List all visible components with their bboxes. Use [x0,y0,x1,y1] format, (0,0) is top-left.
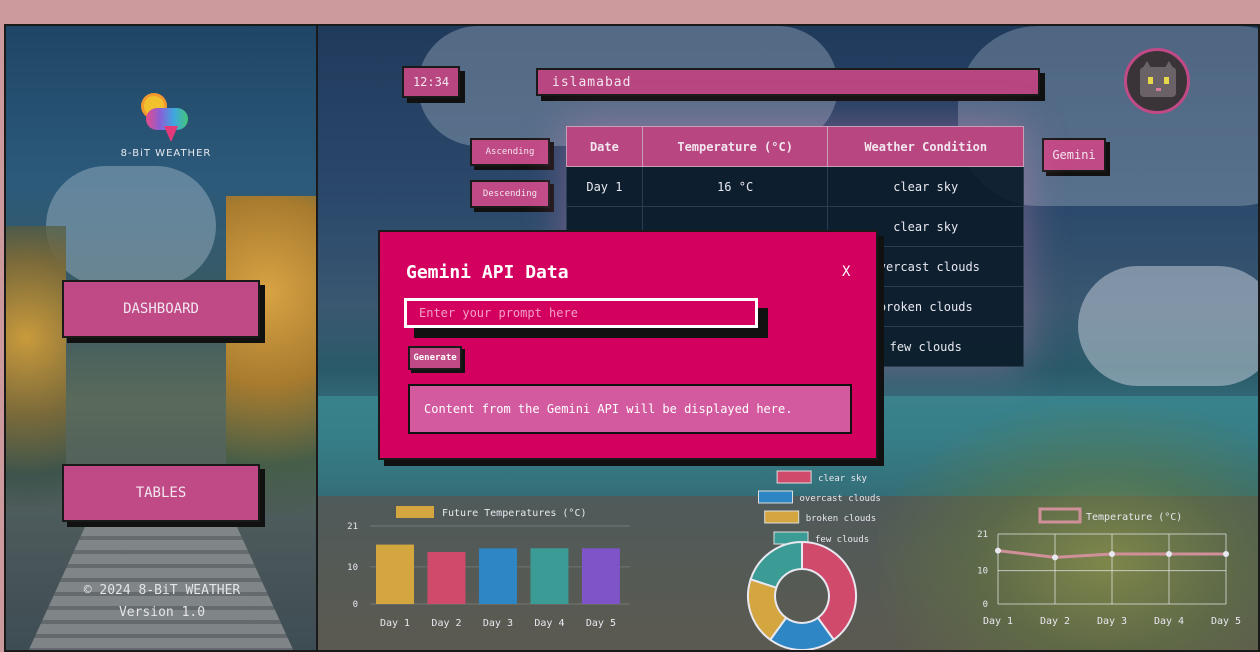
clock-display: 12:34 [402,66,460,98]
bar [427,552,466,604]
legend-label: few clouds [815,535,869,545]
y-tick-label: 21 [977,530,988,540]
line-point [1166,551,1172,557]
bar [530,548,569,604]
background-tree [6,226,66,506]
table-cell: 16 °C [641,166,829,207]
legend-label: overcast clouds [800,494,881,504]
app-frame: 8-BiT WEATHER DASHBOARD TABLES © 2024 8-… [4,24,1260,652]
x-tick-label: Day 5 [1211,616,1241,627]
app-logo[interactable]: 8-BiT WEATHER [116,92,216,159]
legend-label: clear sky [818,474,867,484]
y-tick-label: 21 [347,522,358,532]
x-tick-label: Day 1 [983,616,1013,627]
background-cloud [1078,266,1258,386]
x-tick-label: Day 5 [586,618,616,629]
user-avatar[interactable] [1124,48,1190,114]
background-cloud [46,166,216,286]
temperature-bar-chart: Future Temperatures (°C) 21 10 0 Day 1 Day … [347,506,630,629]
x-tick-label: Day 4 [534,618,564,629]
modal-close-button[interactable]: X [842,264,850,280]
generate-button[interactable]: Generate [408,346,462,370]
x-tick-label: Day 3 [483,618,513,629]
y-tick-label: 10 [347,563,358,573]
legend-swatch [764,510,800,524]
nav-tables-button[interactable]: TABLES [62,464,260,522]
table-cell: clear sky [827,166,1024,207]
x-tick-label: Day 3 [1097,616,1127,627]
nav-dashboard-button[interactable]: DASHBOARD [62,280,260,338]
line-point [1109,551,1115,557]
table-cell: Day 1 [566,166,643,207]
x-tick-label: Day 2 [431,618,461,629]
column-header-date[interactable]: Date [566,126,643,167]
legend-swatch [396,506,434,518]
bar [581,548,620,604]
line-point [995,547,1001,554]
line-point [1223,551,1229,557]
donut-slice [749,540,803,589]
bar [478,548,517,604]
sidebar-footer: © 2024 8-BiT WEATHER Version 1.0 [6,580,316,624]
gemini-modal: Gemini API Data X Generate Content from … [378,230,878,460]
legend-swatch [758,490,793,504]
x-tick-label: Day 1 [380,618,410,629]
city-search-input[interactable]: islamabad [536,68,1040,96]
temperature-line-chart: Temperature (°C) 21 10 0 Day 1 Day 2 Day 3 Day… [977,507,1241,627]
weather-storm-icon [136,92,196,146]
legend-label: Future Temperatures (°C) [442,508,587,519]
gemini-button[interactable]: Gemini [1042,138,1106,172]
y-tick-label: 0 [353,600,358,610]
gemini-output: Content from the Gemini API will be disp… [408,384,852,434]
weather-condition-donut-chart: clear sky overcast clouds broken clouds few… [747,470,881,650]
column-header-condition[interactable]: Weather Condition [827,126,1024,167]
legend-label: broken clouds [806,514,876,524]
app-logo-text: 8-BiT WEATHER [120,148,212,159]
line-point [1052,554,1058,561]
y-tick-label: 10 [977,567,988,577]
y-tick-label: 0 [983,600,988,610]
sidebar: 8-BiT WEATHER DASHBOARD TABLES © 2024 8-… [6,26,318,650]
modal-title: Gemini API Data [406,262,569,283]
version-text: Version 1.0 [118,605,206,620]
copyright-text: © 2024 8-BiT WEATHER [83,583,241,598]
legend-label: Temperature (°C) [1086,512,1182,523]
sort-descending-button[interactable]: Descending [470,180,550,208]
table-header-row: Date Temperature (°C) Weather Condition [566,126,1024,167]
legend-swatch [776,470,812,484]
table-row: Day 1 16 °C clear sky [566,166,1024,207]
legend-swatch [1038,507,1082,524]
cat-face-icon [1140,67,1176,97]
prompt-input[interactable] [404,298,758,328]
sort-ascending-button[interactable]: Ascending [470,138,550,166]
bar [376,544,414,604]
x-tick-label: Day 4 [1154,616,1184,627]
column-header-temperature[interactable]: Temperature (°C) [641,126,829,167]
x-tick-label: Day 2 [1040,616,1070,627]
